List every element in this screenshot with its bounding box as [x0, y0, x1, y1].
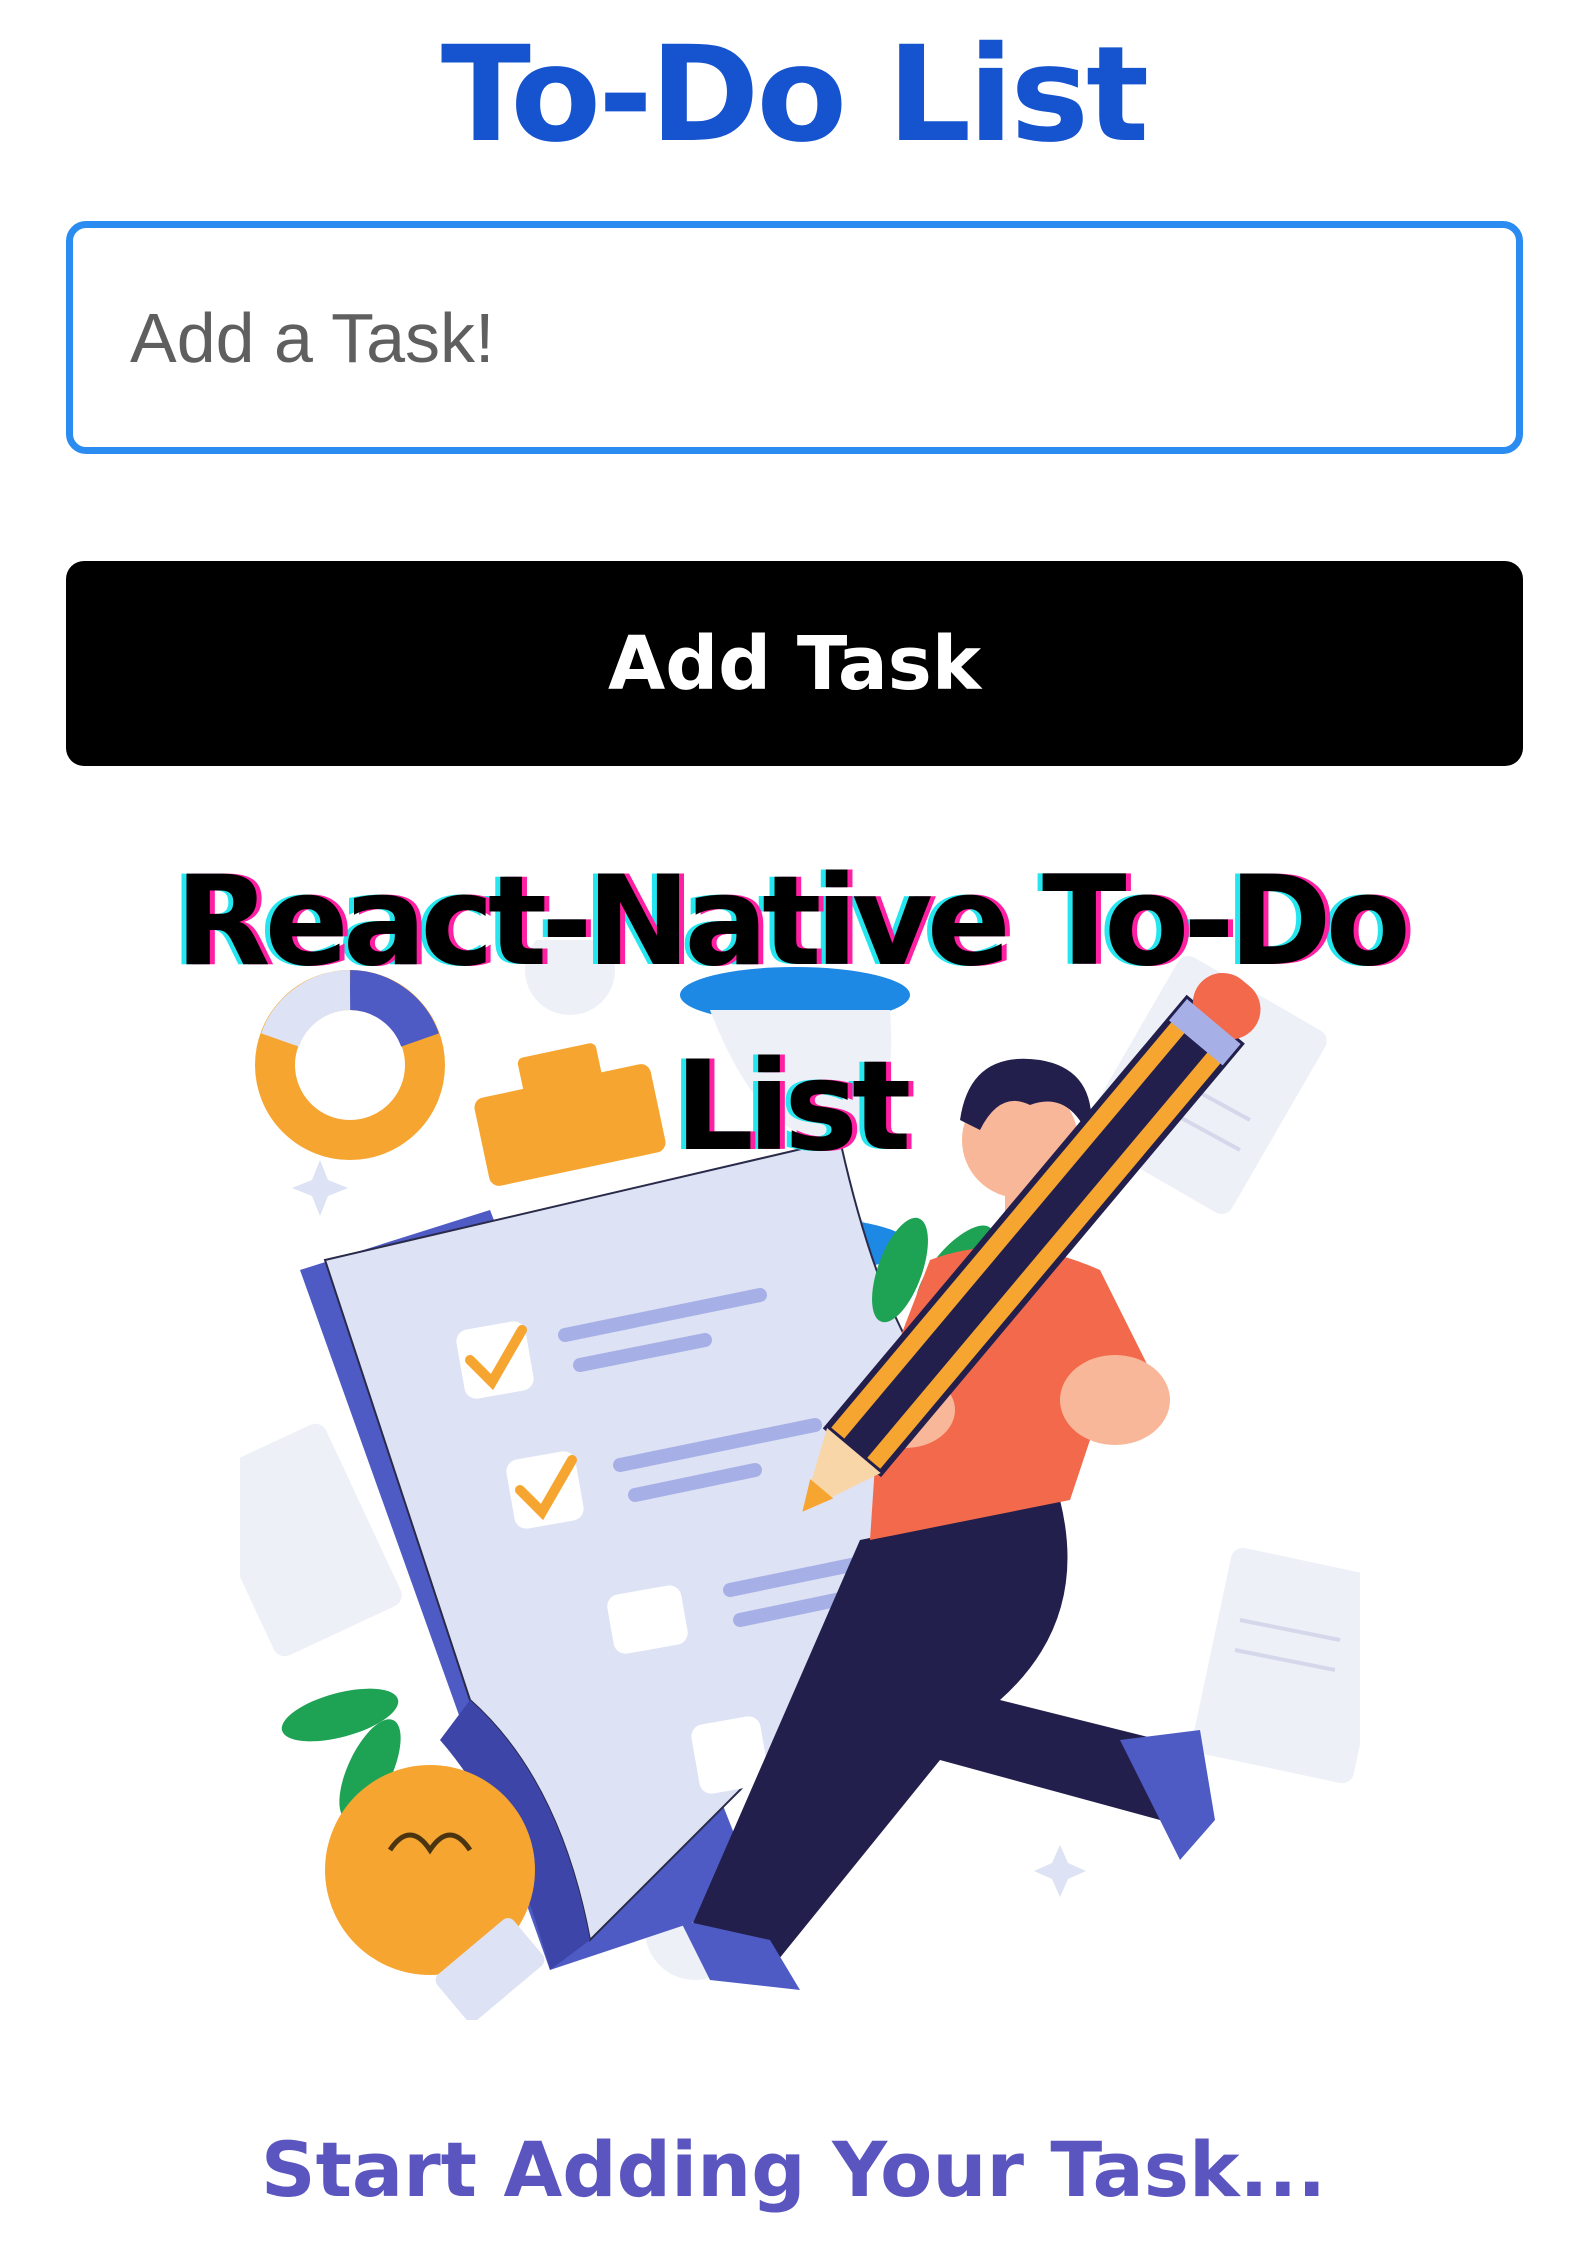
add-task-button[interactable]: Add Task: [66, 561, 1523, 766]
banner-title: React-Native To-Do List: [175, 850, 1411, 1179]
sparkle-icon: [1034, 1845, 1086, 1897]
task-input[interactable]: [66, 221, 1523, 454]
unchecked-box: [607, 1585, 688, 1654]
empty-state-message: Start Adding Your Task...: [260, 2125, 1327, 2214]
check-icon: [456, 1321, 534, 1399]
check-icon: [506, 1451, 584, 1529]
background-paper: [1192, 1547, 1360, 1784]
page-title: To-Do List: [440, 18, 1149, 172]
